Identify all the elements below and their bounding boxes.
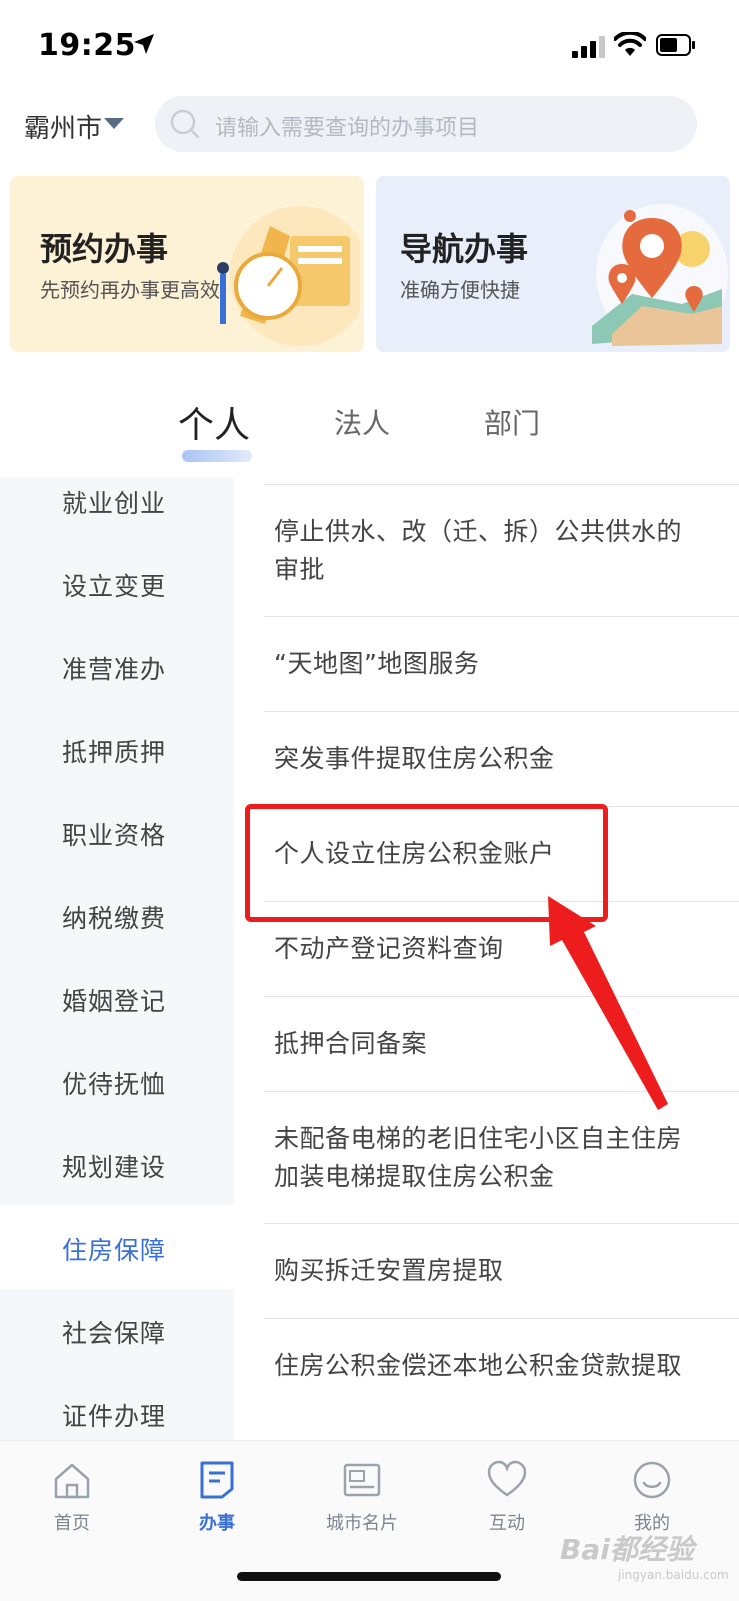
sidebar-item-operation-permit[interactable]: 准营准办 <box>0 624 234 708</box>
sidebar-item-qualification[interactable]: 职业资格 <box>0 790 234 874</box>
search-icon <box>170 109 200 139</box>
location-arrow-icon <box>134 34 154 54</box>
sidebar-item-marriage[interactable]: 婚姻登记 <box>0 956 234 1040</box>
sidebar-item-label: 抵押质押 <box>62 738 167 767</box>
tabbar-label: 办事 <box>199 1513 235 1534</box>
tabbar-label: 城市名片 <box>326 1513 398 1534</box>
profile-icon <box>633 1461 671 1499</box>
sidebar-item-benefits[interactable]: 优待抚恤 <box>0 1039 234 1123</box>
sidebar-item-label: 纳税缴费 <box>62 904 167 933</box>
sidebar-item-tax[interactable]: 纳税缴费 <box>0 873 234 957</box>
sidebar-item-label: 准营准办 <box>62 655 167 684</box>
list-item[interactable]: “天地图”地图服务 <box>264 616 739 712</box>
sidebar-item-label: 婚姻登记 <box>62 987 167 1016</box>
sidebar-item-label: 就业创业 <box>62 489 167 518</box>
list-item[interactable]: 未配备电梯的老旧住宅小区自主住房加装电梯提取住房公积金 <box>264 1091 739 1224</box>
caret-down-icon[interactable] <box>104 118 124 129</box>
sidebar-item-documents[interactable]: 证件办理 <box>0 1371 234 1440</box>
tabbar-item-home[interactable]: 首页 <box>17 1451 127 1541</box>
list-item-label: “天地图”地图服务 <box>274 649 480 678</box>
list-item[interactable]: 突发事件提取住房公积金 <box>264 711 739 807</box>
document-icon <box>200 1461 234 1499</box>
list-item-label: 停止供水、改（迁、拆）公共供水的审批 <box>274 517 683 584</box>
sidebar-item-label: 住房保障 <box>62 1236 167 1265</box>
list-item[interactable]: 停止供水、改（迁、拆）公共供水的审批 <box>264 484 739 617</box>
list-item-label: 不动产登记资料查询 <box>274 934 504 963</box>
sidebar-item-establish-change[interactable]: 设立变更 <box>0 541 234 625</box>
tabbar-label: 互动 <box>489 1513 525 1534</box>
tabbar-item-city-card[interactable]: 城市名片 <box>307 1451 417 1541</box>
tab-legal-person[interactable]: 法人 <box>334 402 390 442</box>
card-title: 导航办事 <box>400 230 529 268</box>
home-icon <box>54 1463 90 1499</box>
highlight-box <box>245 804 608 922</box>
card-title: 预约办事 <box>40 230 169 268</box>
tabbar-label: 首页 <box>54 1513 90 1534</box>
sidebar-item-label: 职业资格 <box>62 821 167 850</box>
sidebar-item-employment[interactable]: 就业创业 <box>0 478 234 542</box>
list-item[interactable]: 抵押合同备案 <box>264 996 739 1092</box>
list-item[interactable]: 购买拆迁安置房提取 <box>264 1223 739 1319</box>
sidebar-item-housing[interactable]: 住房保障 <box>0 1205 234 1289</box>
appointment-card[interactable]: 预约办事 先预约再办事更高效 <box>10 176 364 352</box>
category-sidebar: 就业创业 设立变更 准营准办 抵押质押 职业资格 纳税缴费 婚姻登记 优待抚恤 … <box>0 478 234 1440</box>
list-item-label: 突发事件提取住房公积金 <box>274 744 555 773</box>
tabbar-item-services[interactable]: 办事 <box>162 1451 272 1541</box>
wifi-icon <box>614 32 646 56</box>
list-item[interactable]: 住房公积金偿还本地公积金贷款提取 <box>264 1318 739 1440</box>
appointment-illustration-icon <box>217 206 360 346</box>
cellular-signal-icon <box>572 36 605 58</box>
tab-indicator <box>182 450 252 462</box>
tab-department[interactable]: 部门 <box>484 402 540 442</box>
sidebar-item-label: 社会保障 <box>62 1319 167 1348</box>
heart-icon <box>487 1460 527 1497</box>
status-bar: 19:25 <box>0 0 739 92</box>
tab-personal[interactable]: 个人 <box>178 396 250 448</box>
card-subtitle: 准确方便快捷 <box>400 278 520 302</box>
list-item-label: 住房公积金偿还本地公积金贷款提取 <box>274 1351 683 1380</box>
service-list: 停止供水、改（迁、拆）公共供水的审批 “天地图”地图服务 突发事件提取住房公积金… <box>264 478 739 1440</box>
watermark: Bai都经验 <box>560 1533 694 1566</box>
city-selector[interactable]: 霸州市 <box>24 108 102 145</box>
category-tabs: 个人 法人 部门 <box>0 388 739 478</box>
sidebar-item-social-security[interactable]: 社会保障 <box>0 1288 234 1372</box>
sidebar-item-mortgage[interactable]: 抵押质押 <box>0 707 234 791</box>
top-row: 霸州市 请输入需要查询的办事项目 <box>0 96 739 152</box>
sidebar-item-label: 证件办理 <box>62 1402 167 1431</box>
sidebar-item-planning[interactable]: 规划建设 <box>0 1122 234 1206</box>
card-subtitle: 先预约再办事更高效 <box>40 278 220 302</box>
list-item-label: 购买拆迁安置房提取 <box>274 1256 504 1285</box>
sidebar-item-label: 设立变更 <box>62 572 167 601</box>
watermark-url: jingyan.baidu.com <box>618 1568 729 1582</box>
search-input[interactable]: 请输入需要查询的办事项目 <box>155 96 697 152</box>
map-pin-illustration-icon <box>592 204 728 346</box>
list-item-label: 未配备电梯的老旧住宅小区自主住房加装电梯提取住房公积金 <box>274 1124 683 1191</box>
navigation-card[interactable]: 导航办事 准确方便快捷 <box>376 176 730 352</box>
status-time: 19:25 <box>38 28 136 63</box>
battery-icon <box>656 34 695 56</box>
search-placeholder: 请输入需要查询的办事项目 <box>215 116 480 141</box>
sidebar-item-label: 规划建设 <box>62 1153 167 1182</box>
sidebar-item-label: 优待抚恤 <box>62 1070 167 1099</box>
tabbar-item-interaction[interactable]: 互动 <box>452 1451 562 1541</box>
home-indicator <box>237 1572 501 1581</box>
list-item-label: 抵押合同备案 <box>274 1029 428 1058</box>
city-card-icon <box>343 1463 381 1497</box>
